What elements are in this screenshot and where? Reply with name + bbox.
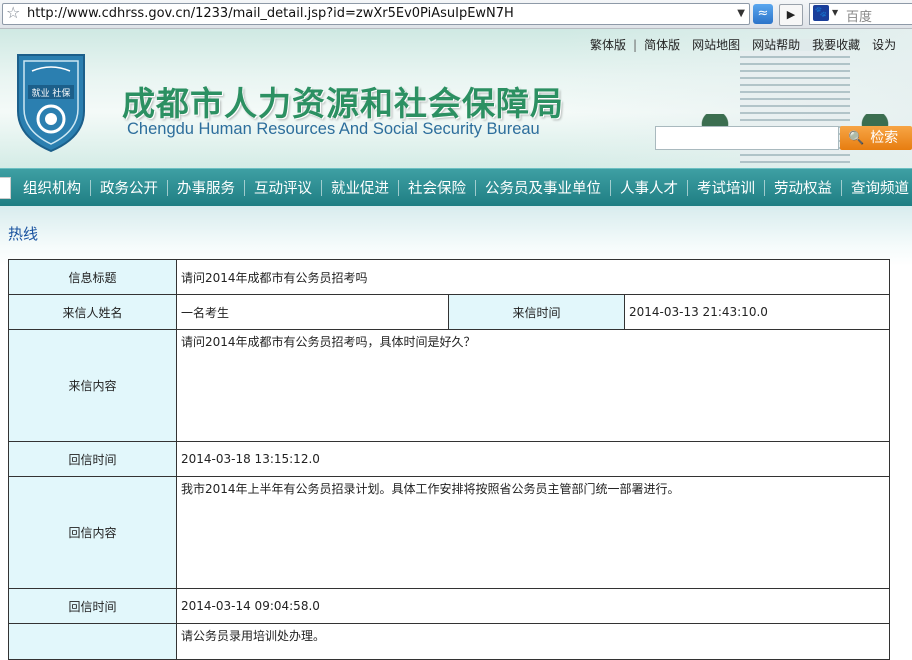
table-row: 信息标题 请问2014年成都市有公务员招考吗	[8, 259, 891, 295]
reply-time-value-2: 2014-03-14 09:04:58.0	[175, 588, 891, 624]
content-label: 来信内容	[8, 329, 177, 442]
link-bookmark[interactable]: 我要收藏	[812, 38, 860, 52]
table-row: 回信内容 我市2014年上半年有公务员招录计划。具体工作安排将按照省公务员主管部…	[8, 476, 891, 589]
link-traditional[interactable]: 繁体版	[590, 38, 626, 52]
nav-item-organization[interactable]: 组织机构	[14, 177, 90, 198]
browser-search-box[interactable]: 🐾 ▼ 百度	[809, 3, 912, 25]
nav-item-employment[interactable]: 就业促进	[322, 177, 398, 198]
reply-content-label-2	[8, 623, 177, 660]
logo-text: 就业 社保	[32, 87, 71, 99]
sent-time-value: 2014-03-13 21:43:10.0	[623, 294, 891, 330]
content-value: 请问2014年成都市有公务员招考吗，具体时间是好久？	[175, 329, 891, 442]
search-button-label: 检索	[870, 130, 899, 146]
site-search-input[interactable]	[655, 126, 839, 150]
reply-content-value: 我市2014年上半年有公务员招录计划。具体工作安排将按照省公务员主管部门统一部署…	[175, 476, 891, 589]
nav-item-civil-servants[interactable]: 公务员及事业单位	[476, 177, 610, 198]
sent-time-label: 来信时间	[448, 294, 625, 330]
section-title: 热线	[8, 225, 39, 243]
nav-item-exams[interactable]: 考试培训	[688, 177, 764, 198]
subject-value: 请问2014年成都市有公务员招考吗	[175, 259, 891, 295]
link-simplified[interactable]: 简体版	[644, 38, 680, 52]
nav-item-government-affairs[interactable]: 政务公开	[91, 177, 167, 198]
link-help[interactable]: 网站帮助	[752, 38, 800, 52]
subject-label: 信息标题	[8, 259, 177, 295]
nav-items: 组织机构 政务公开 办事服务 互动评议 就业促进 社会保险 公务员及事业单位 人…	[14, 169, 912, 206]
chevron-down-icon[interactable]: ▼	[737, 8, 745, 19]
nav-item-services[interactable]: 办事服务	[168, 177, 244, 198]
top-links: 繁体版 | 简体版 网站地图 网站帮助 我要收藏 设为	[590, 38, 897, 52]
site-subtitle: Chengdu Human Resources And Social Secur…	[127, 120, 540, 138]
table-row: 来信人姓名 一名考生 来信时间 2014-03-13 21:43:10.0	[8, 294, 891, 330]
compatibility-view-icon[interactable]: ≈	[753, 4, 773, 24]
nav-item-social-insurance[interactable]: 社会保险	[399, 177, 475, 198]
nav-item-labor-rights[interactable]: 劳动权益	[765, 177, 841, 198]
link-sitemap[interactable]: 网站地图	[692, 38, 740, 52]
nav-left-edge	[0, 177, 11, 199]
address-url[interactable]: http://www.cdhrss.gov.cn/1233/mail_detai…	[27, 6, 514, 21]
table-row: 回信时间 2014-03-18 13:15:12.0	[8, 441, 891, 477]
reply-time-label-2: 回信时间	[8, 588, 177, 624]
site-search-button[interactable]: 🔍 检索	[840, 126, 912, 150]
reply-time-label: 回信时间	[8, 441, 177, 477]
magnifier-icon: 🔍	[848, 131, 865, 146]
sender-value: 一名考生	[176, 294, 449, 330]
go-button[interactable]: ▶	[779, 4, 803, 26]
mail-detail-table: 信息标题 请问2014年成都市有公务员招考吗 来信人姓名 一名考生 来信时间 2…	[8, 259, 891, 660]
bureau-logo: 就业 社保	[17, 54, 85, 153]
address-bar[interactable]: ☆ http://www.cdhrss.gov.cn/1233/mail_det…	[2, 3, 750, 25]
reply-content-value-2: 请公务员录用培训处办理。	[175, 623, 891, 660]
site-header: 就业 社保 成都市人力资源和社会保障局 Chengdu Human Resour…	[0, 29, 912, 168]
table-row: 来信内容 请问2014年成都市有公务员招考吗，具体时间是好久？	[8, 329, 891, 442]
reply-time-value: 2014-03-18 13:15:12.0	[175, 441, 891, 477]
chevron-down-icon[interactable]: ▼	[832, 8, 838, 17]
content-area: 热线 信息标题 请问2014年成都市有公务员招考吗 来信人姓名 一名考生 来信时…	[0, 206, 912, 660]
browser-toolbar: ☆ http://www.cdhrss.gov.cn/1233/mail_det…	[0, 0, 912, 29]
table-row: 请公务员录用培训处办理。	[8, 623, 891, 660]
sender-label: 来信人姓名	[8, 294, 177, 330]
favorite-star-icon[interactable]: ☆	[6, 3, 20, 22]
link-set-homepage[interactable]: 设为	[872, 38, 896, 52]
site-title: 成都市人力资源和社会保障局	[122, 84, 564, 123]
reply-content-label: 回信内容	[8, 476, 177, 589]
baidu-paw-icon[interactable]: 🐾	[813, 5, 829, 21]
main-nav: 组织机构 政务公开 办事服务 互动评议 就业促进 社会保险 公务员及事业单位 人…	[0, 168, 912, 207]
browser-search-input[interactable]: 百度	[846, 6, 872, 25]
nav-item-talent[interactable]: 人事人才	[611, 177, 687, 198]
nav-item-interactive[interactable]: 互动评议	[245, 177, 321, 198]
table-row: 回信时间 2014-03-14 09:04:58.0	[8, 588, 891, 624]
nav-item-query[interactable]: 查询频道	[842, 177, 912, 198]
